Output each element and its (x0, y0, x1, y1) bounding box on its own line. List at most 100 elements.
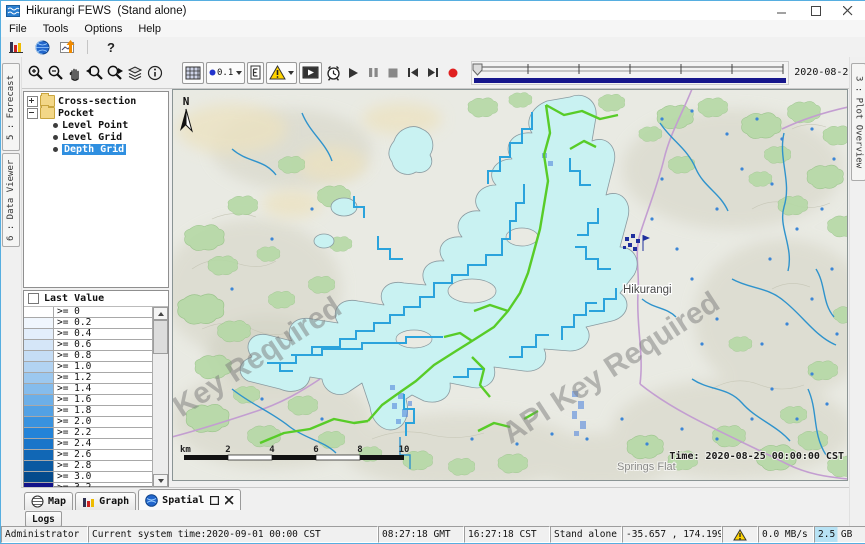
skip-end-icon[interactable] (423, 63, 443, 83)
grid-button[interactable] (182, 62, 204, 84)
movie-button[interactable] (299, 62, 322, 84)
legend-color-swatch (24, 307, 54, 317)
tab-graph[interactable]: Graph (75, 492, 136, 510)
legend-color-swatch (24, 461, 54, 471)
bottom-tab-bar: Map Graph Spatial (21, 487, 849, 510)
map-toolbar: 0.1 (21, 57, 849, 89)
timer-clock-icon[interactable] (323, 63, 343, 83)
status-mode: Stand alone (550, 526, 622, 543)
sidebar-tab-forecast[interactable]: 5 : Forecast (2, 63, 20, 151)
warning-dropdown-button[interactable] (266, 62, 297, 84)
menu-tools[interactable]: Tools (35, 23, 77, 35)
status-bar: Administrator Current system time:2020-0… (1, 526, 865, 543)
toolbar-separator (87, 40, 88, 54)
maximize-button[interactable] (800, 1, 832, 20)
record-icon[interactable] (443, 63, 463, 83)
timeseries-bars-icon[interactable] (5, 39, 27, 56)
warning-triangle-icon (269, 65, 286, 80)
legend-color-swatch (24, 472, 54, 482)
menu-bar: File Tools Options Help (1, 20, 865, 38)
scroll-down-button[interactable] (153, 474, 168, 487)
bar-chart-icon (82, 496, 95, 508)
tab-close-icon[interactable] (225, 496, 234, 505)
globe-icon[interactable] (31, 39, 53, 56)
menu-file[interactable]: File (1, 23, 35, 35)
help-icon[interactable]: ? (100, 39, 122, 56)
scale-tick-label: 10 (399, 445, 410, 455)
minimize-button[interactable] (766, 1, 798, 20)
legend-row-label: >= 0.2 (54, 318, 91, 328)
tree-item-label: Level Point (62, 120, 128, 131)
legend-row-label: >= 0.4 (54, 329, 91, 339)
tab-label: Map (48, 496, 66, 507)
close-button[interactable] (832, 1, 864, 20)
pause-icon[interactable] (363, 63, 383, 83)
legend-row-label: >= 1.4 (54, 384, 91, 394)
logs-button[interactable]: Logs (25, 511, 62, 527)
play-icon[interactable] (343, 63, 363, 83)
scale-tick-label: 2 (225, 445, 230, 455)
warning-triangle-icon (733, 529, 747, 541)
info-icon[interactable] (145, 63, 165, 83)
tab-maximize-icon[interactable] (210, 496, 219, 505)
zoom-in-icon[interactable] (25, 63, 45, 83)
tab-map[interactable]: Map (24, 492, 73, 510)
status-user: Administrator (1, 526, 88, 543)
tab-label: Spatial (162, 495, 204, 506)
bullet-icon (53, 147, 58, 152)
tree-item-depth-grid[interactable]: Depth Grid (51, 143, 168, 155)
scrollbar-thumb[interactable] (153, 320, 168, 354)
fews-logo-icon (6, 5, 20, 17)
profile-e-button[interactable] (247, 62, 264, 84)
last-value-checkbox[interactable] (28, 293, 39, 304)
pan-hand-icon[interactable] (65, 63, 85, 83)
forecast-chart-icon[interactable] (57, 39, 79, 56)
chevron-down-icon (288, 71, 294, 75)
legend-color-swatch (24, 318, 54, 328)
legend-row-label: >= 1.6 (54, 395, 91, 405)
timeline-slider[interactable] (471, 61, 789, 85)
scroll-up-button[interactable] (153, 307, 168, 320)
legend-color-swatch (24, 439, 54, 449)
legend-row-label: >= 2.0 (54, 417, 91, 427)
collapse-icon[interactable] (27, 108, 38, 119)
legend-color-swatch (24, 351, 54, 361)
legend-scrollbar[interactable] (152, 307, 168, 487)
legend-row-label: >= 0 (54, 307, 80, 317)
zoom-previous-icon[interactable] (85, 63, 105, 83)
menu-help[interactable]: Help (130, 23, 169, 35)
zoom-out-icon[interactable] (45, 63, 65, 83)
status-download-rate: 0.0 MB/s (758, 526, 814, 543)
zoom-next-icon[interactable] (105, 63, 125, 83)
legend-color-swatch (24, 417, 54, 427)
scale-tick-label: 8 (357, 445, 362, 455)
legend-color-swatch (24, 362, 54, 372)
tree-item-label: Cross-section (58, 96, 136, 107)
map-canvas[interactable]: Hikurangi Springs Flat API Key Required … (172, 89, 848, 481)
legend-rows: >= 0>= 0.2>= 0.4>= 0.6>= 0.8>= 1.0>= 1.2… (24, 307, 152, 487)
tree-item-label: Pocket (58, 108, 94, 119)
legend-row-label: >= 2.8 (54, 461, 91, 471)
sidebar-tab-data-viewer[interactable]: 6 : Data Viewer (2, 153, 20, 247)
left-tab-strip: 5 : Forecast 6 : Data Viewer (1, 57, 22, 526)
legend-color-swatch (24, 340, 54, 350)
wire-globe-icon (31, 495, 44, 508)
menu-options[interactable]: Options (76, 23, 130, 35)
tree-item-pocket[interactable]: Pocket (27, 107, 168, 119)
grid-icon (185, 66, 201, 80)
stop-icon[interactable] (383, 63, 403, 83)
skip-start-icon[interactable] (403, 63, 423, 83)
tab-spatial[interactable]: Spatial (138, 489, 241, 510)
map-view[interactable]: Hikurangi Springs Flat API Key Required … (172, 89, 848, 481)
layers-icon[interactable] (125, 63, 145, 83)
status-warning-cell[interactable] (722, 526, 758, 543)
sidebar-tab-plot-overview[interactable]: 3 : Plot Overview (851, 63, 865, 181)
interval-dropdown-button[interactable]: 0.1 (206, 62, 245, 84)
legend-row-label: >= 2.2 (54, 428, 91, 438)
status-memory-gauge: 2.5 GB (814, 526, 865, 543)
expand-icon[interactable] (27, 96, 38, 107)
legend-row-label: >= 1.2 (54, 373, 91, 383)
tree-item-level-grid[interactable]: Level Grid (51, 131, 168, 143)
legend-color-swatch (24, 450, 54, 460)
tree-item-level-point[interactable]: Level Point (51, 119, 168, 131)
